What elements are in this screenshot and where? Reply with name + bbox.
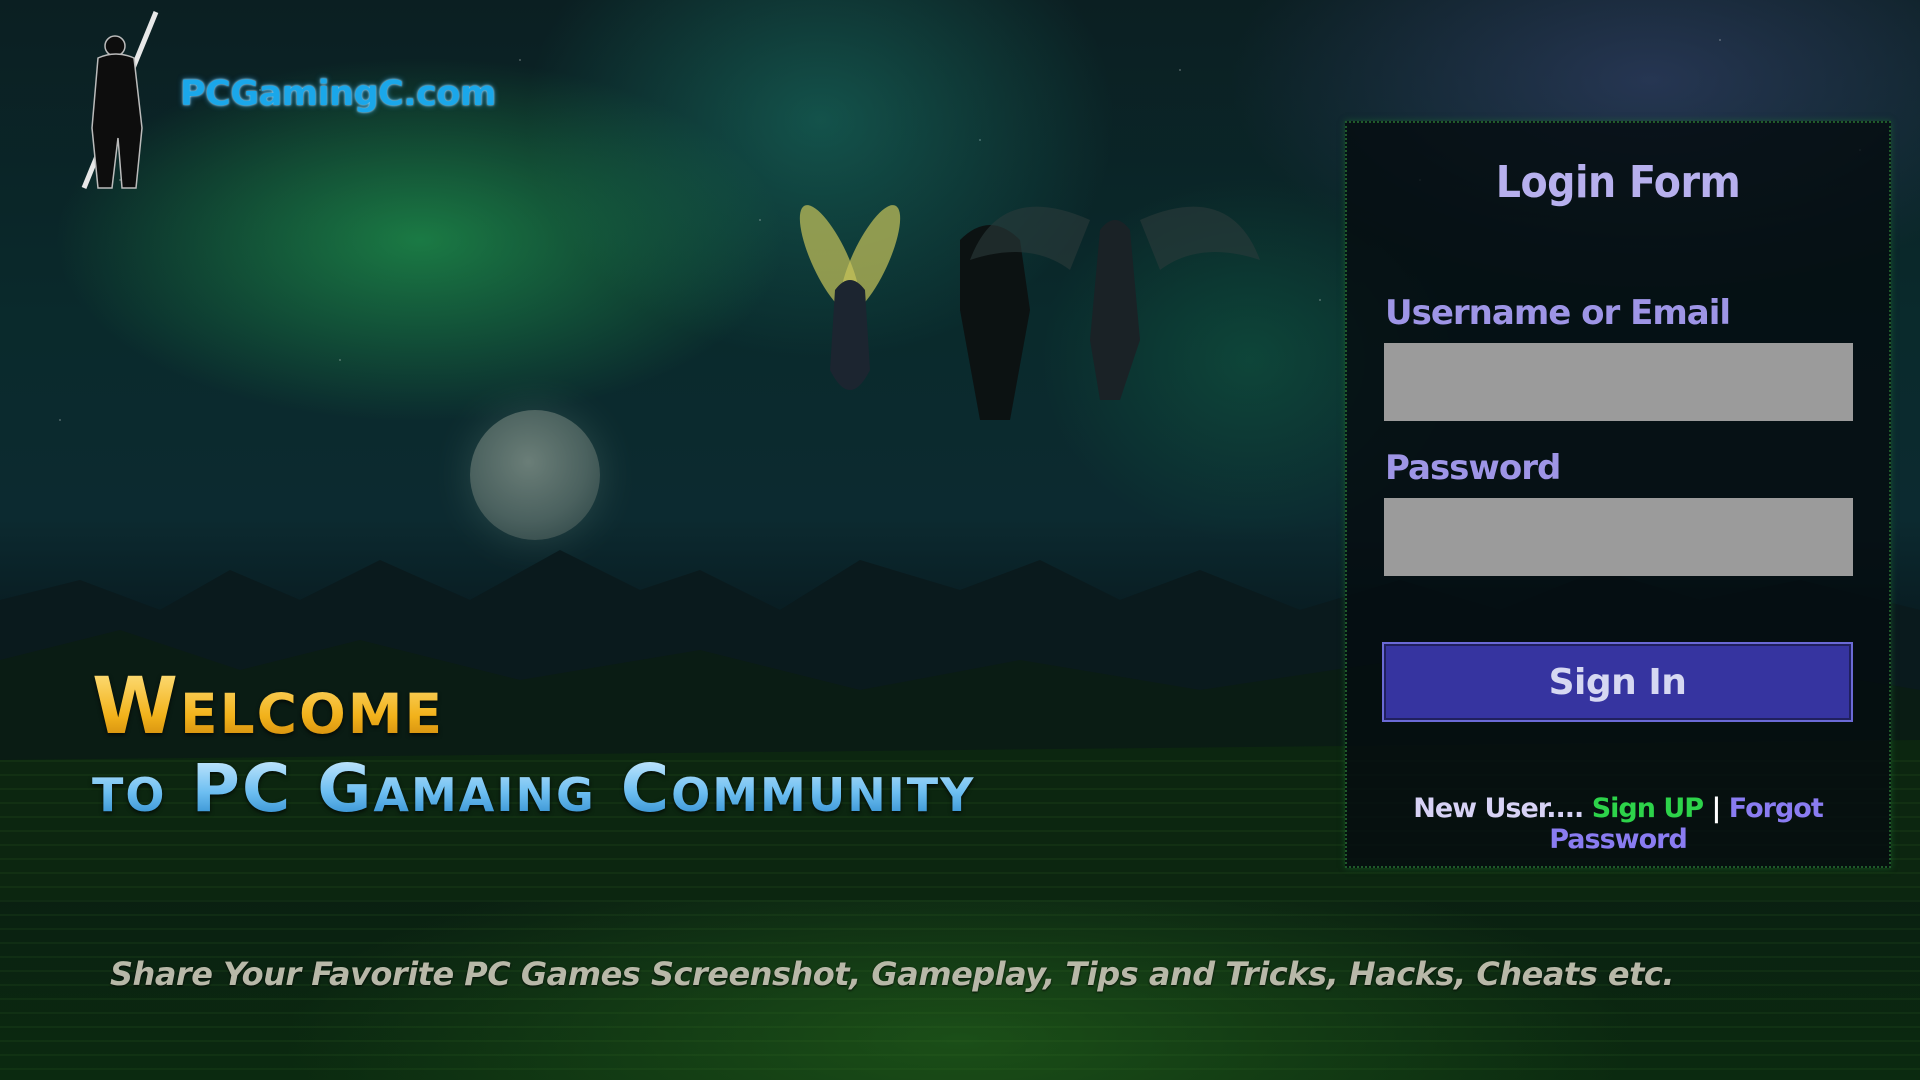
username-label: Username or Email — [1385, 293, 1731, 333]
password-label: Password — [1385, 448, 1561, 488]
login-footer: New User.... Sign UP | Forgot Password — [1347, 793, 1889, 855]
moon — [470, 410, 600, 540]
new-user-text: New User.... — [1413, 793, 1584, 824]
link-separator: | — [1711, 793, 1721, 824]
sign-up-link[interactable]: Sign UP — [1592, 793, 1704, 824]
site-name-logo[interactable]: PCGamingC.com — [180, 74, 496, 114]
sign-in-button[interactable]: Sign In — [1382, 642, 1853, 722]
swordsman-silhouette-icon — [81, 11, 159, 189]
flying-characters — [799, 205, 1260, 420]
username-input[interactable] — [1384, 343, 1853, 421]
login-form-title: Login Form — [1495, 157, 1741, 208]
tagline: Share Your Favorite PC Games Screenshot,… — [110, 955, 1675, 993]
welcome-heading: Welcome — [92, 662, 445, 752]
welcome-subheading: to PC Gamaing Community — [92, 750, 976, 827]
login-form-panel: Login Form Username or Email Password Si… — [1345, 121, 1891, 868]
password-input[interactable] — [1384, 498, 1853, 576]
login-page: PCGamingC.com Welcome to PC Gamaing Comm… — [0, 0, 1920, 1080]
